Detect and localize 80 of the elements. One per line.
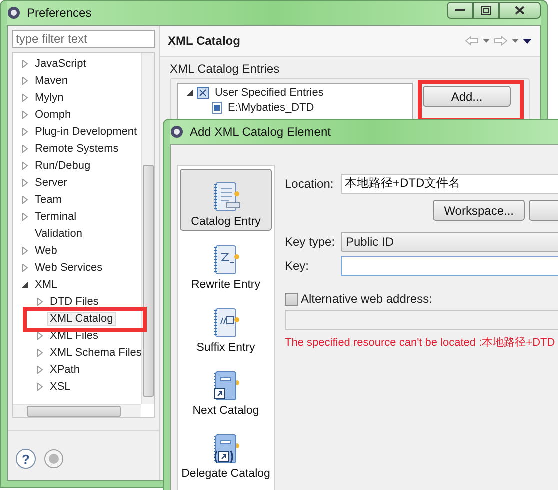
key-field[interactable] — [341, 256, 558, 276]
expand-arrow-icon[interactable] — [21, 212, 29, 220]
dropdown-icon[interactable] — [512, 39, 519, 43]
tree-item[interactable]: User Specified Entries — [212, 86, 327, 100]
location-label: Location: — [285, 176, 335, 190]
expand-arrow-icon[interactable] — [21, 60, 29, 68]
tree-item[interactable]: XML — [32, 278, 61, 292]
entry-type-item[interactable]: Rewrite Entry — [180, 232, 272, 294]
entry-type-item[interactable]: Delegate Catalog — [180, 421, 272, 483]
collapse-arrow-icon[interactable] — [21, 280, 29, 288]
group-label: XML Catalog Entries — [170, 62, 280, 76]
vertical-scrollbar[interactable] — [141, 53, 154, 404]
key-type-label: Key type: — [285, 234, 336, 248]
minimize-button[interactable] — [447, 2, 473, 18]
checkbox[interactable] — [285, 292, 298, 306]
key-label: Key: — [285, 258, 310, 272]
maximize-icon — [481, 6, 491, 14]
tree-item[interactable]: JavaScript — [32, 56, 90, 70]
location-field[interactable]: 本地路径+DTD文件名 — [341, 174, 558, 194]
tree-item[interactable]: Validation — [32, 226, 86, 240]
tree-item[interactable]: E:\Mybaties_DTD — [225, 100, 318, 114]
entry-type-item[interactable]: Next Catalog — [180, 358, 272, 420]
expand-arrow-icon[interactable] — [21, 94, 29, 102]
gear-icon — [7, 6, 21, 20]
expand-arrow-icon[interactable] — [21, 76, 29, 84]
expand-arrow-icon[interactable] — [21, 144, 29, 152]
gear-icon — [170, 125, 184, 139]
close-icon — [515, 6, 525, 14]
checkbox-label: Alternative web address: — [301, 292, 432, 306]
expand-arrow-icon[interactable] — [36, 298, 44, 306]
expand-arrow-icon[interactable] — [21, 264, 29, 272]
forward-arrow-icon[interactable] — [494, 36, 508, 46]
entry-type-item[interactable]: Catalog Entry — [180, 169, 272, 231]
collapse-arrow-icon[interactable] — [186, 88, 194, 96]
tree-item[interactable]: Oomph — [32, 108, 74, 122]
expand-arrow-icon[interactable] — [36, 332, 44, 340]
expand-arrow-icon[interactable] — [21, 128, 29, 136]
help-button[interactable]: ? — [16, 449, 36, 469]
expand-arrow-icon[interactable] — [21, 178, 29, 186]
view-menu-icon[interactable] — [523, 38, 532, 44]
key-type-dropdown[interactable]: Public ID — [341, 232, 558, 252]
dropdown-icon[interactable] — [483, 39, 490, 43]
entry-type-item[interactable]: Suffix Entry — [180, 295, 272, 357]
tree-item[interactable]: Remote Systems — [32, 142, 122, 156]
expand-arrow-icon[interactable] — [21, 196, 29, 204]
expand-arrow-icon[interactable] — [36, 382, 44, 390]
close-button[interactable] — [499, 2, 541, 18]
expand-arrow-icon[interactable] — [36, 366, 44, 374]
back-arrow-icon[interactable] — [465, 36, 479, 46]
add-button[interactable]: Add... — [423, 86, 511, 107]
tree-item[interactable]: Team — [32, 192, 65, 206]
catalog-icon — [197, 86, 209, 98]
expand-arrow-icon[interactable] — [21, 246, 29, 254]
tree-item[interactable]: XML Catalog — [47, 312, 116, 326]
tree-item[interactable]: Plug-in Development — [32, 124, 140, 138]
tree-item[interactable]: XSL — [47, 380, 74, 394]
maximize-button[interactable] — [473, 2, 499, 18]
window-title: Preferences — [27, 6, 92, 20]
record-icon[interactable] — [44, 449, 64, 469]
file-system-button[interactable] — [529, 200, 558, 221]
error-message: The specified resource can't be located :本地路径+DTD — [285, 336, 556, 350]
expand-arrow-icon[interactable] — [21, 162, 29, 170]
file-icon — [212, 102, 222, 114]
dialog-title: Add XML Catalog Element — [190, 125, 331, 139]
page-title: XML Catalog — [168, 34, 240, 48]
tree-item[interactable]: Web Services — [32, 260, 106, 274]
tree-item[interactable]: Mylyn — [32, 90, 67, 104]
expand-arrow-icon[interactable] — [21, 110, 29, 118]
tree-item[interactable]: Maven — [32, 74, 72, 88]
tree-item[interactable]: Server — [32, 176, 70, 190]
tree-item[interactable]: Web — [32, 244, 60, 258]
expand-arrow-icon[interactable] — [36, 348, 44, 356]
tree-item[interactable]: Terminal — [32, 210, 80, 224]
filter-field[interactable]: type filter text — [12, 30, 155, 48]
tree-item[interactable]: XPath — [47, 362, 83, 376]
horizontal-scrollbar[interactable] — [13, 404, 141, 417]
tree-item[interactable]: DTD Files — [47, 294, 102, 308]
workspace-button[interactable]: Workspace... — [433, 200, 525, 221]
minimize-icon — [455, 8, 465, 12]
tree-item[interactable]: Run/Debug — [32, 158, 94, 172]
